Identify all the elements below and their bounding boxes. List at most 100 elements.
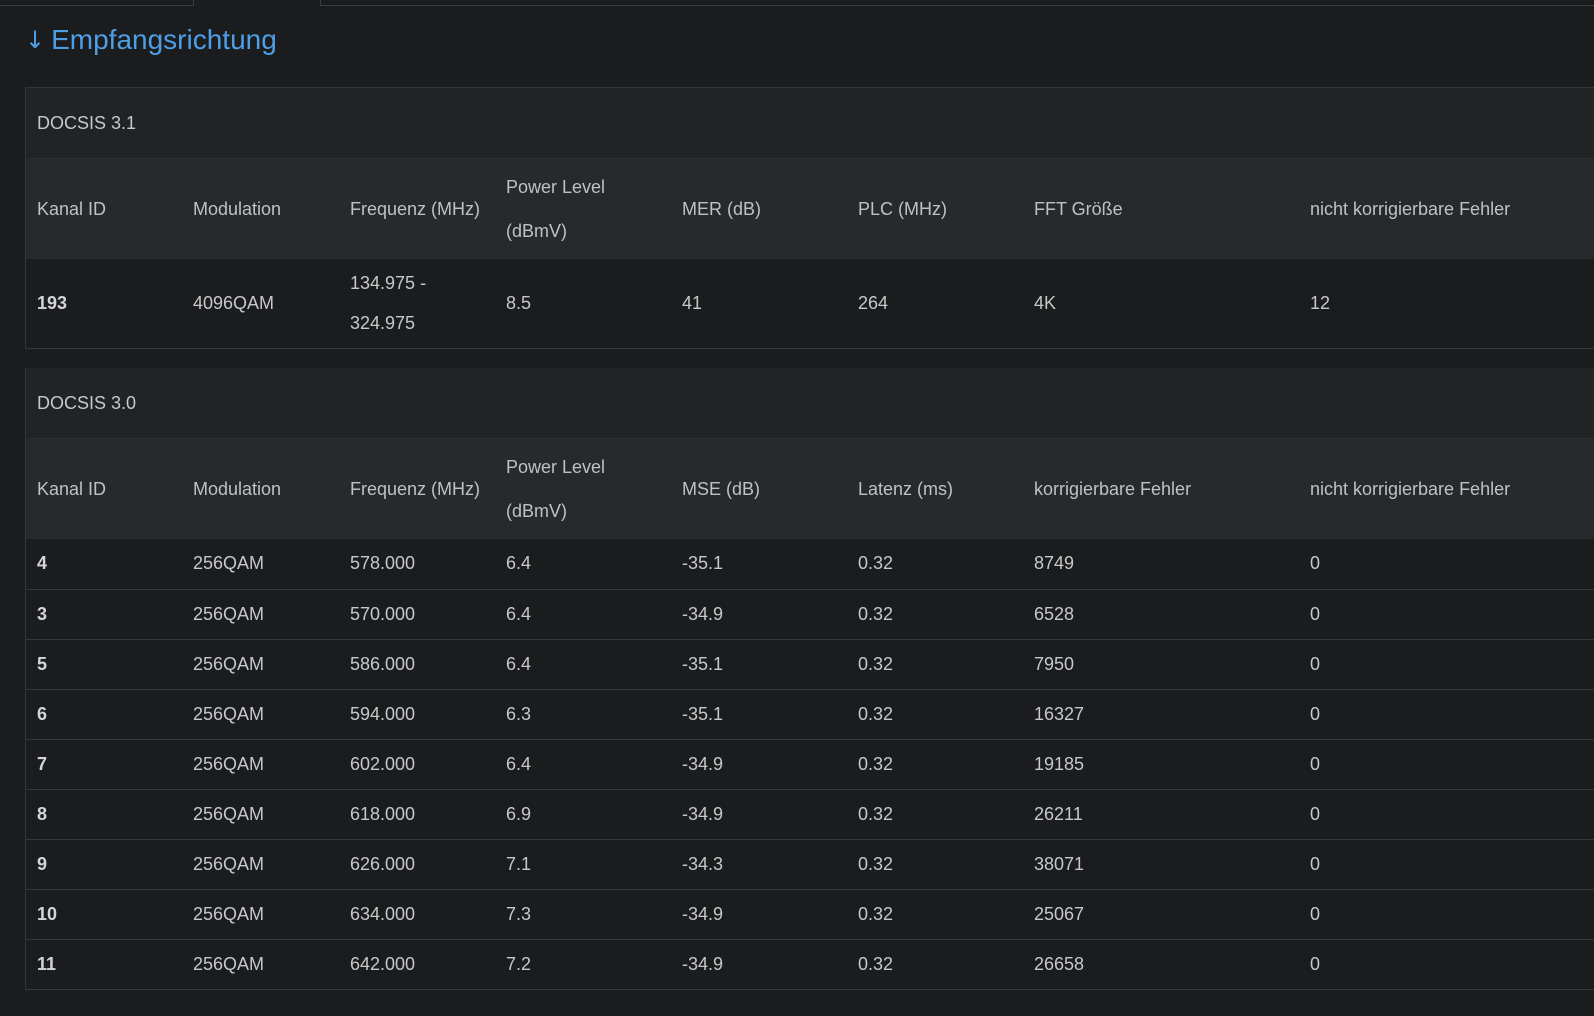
- column-header: Frequenz (MHz): [350, 479, 481, 499]
- frequency: 578.000: [350, 553, 416, 574]
- frequency: 134.975 - 324.975: [350, 273, 427, 334]
- power-level: 6.4: [506, 753, 532, 774]
- column-header: MER (dB): [682, 199, 762, 219]
- modulation: 256QAM: [193, 653, 265, 674]
- table-row: 7 256QAM 602.000 6.4 -34.9 0.32 19185 0: [26, 739, 1594, 789]
- power-level: 7.1: [506, 853, 532, 874]
- mer: 41: [682, 293, 703, 314]
- tab-divider: [320, 5, 1594, 6]
- uncorrectable-errors: 0: [1310, 653, 1321, 674]
- power-level: 8.5: [506, 293, 532, 314]
- correctable-errors: 6528: [1034, 603, 1075, 624]
- uncorrectable-errors: 0: [1310, 703, 1321, 724]
- latency: 0.32: [858, 653, 894, 674]
- latency: 0.32: [858, 703, 894, 724]
- uncorrectable-errors: 0: [1310, 803, 1321, 824]
- mse: -35.1: [682, 553, 724, 574]
- column-header: Power Level (dBmV): [506, 457, 606, 521]
- latency: 0.32: [858, 903, 894, 924]
- table-row: 11 256QAM 642.000 7.2 -34.9 0.32 26658 0: [26, 939, 1594, 989]
- mse: -34.9: [682, 903, 724, 924]
- power-level: 7.2: [506, 953, 532, 974]
- power-level: 6.4: [506, 603, 532, 624]
- table-row: 5 256QAM 586.000 6.4 -35.1 0.32 7950 0: [26, 639, 1594, 689]
- correctable-errors: 38071: [1034, 853, 1085, 874]
- column-header: Latenz (ms): [858, 479, 954, 499]
- latency: 0.32: [858, 803, 894, 824]
- table-header-row: Kanal ID Modulation Frequenz (MHz) Power…: [26, 439, 1594, 539]
- frequency: 586.000: [350, 653, 416, 674]
- table-row: 9 256QAM 626.000 7.1 -34.3 0.32 38071 0: [26, 839, 1594, 889]
- docsis30-panel: DOCSIS 3.0 Kanal ID Modulation Frequenz …: [25, 368, 1594, 990]
- uncorrectable-errors: 0: [1310, 853, 1321, 874]
- section-title: Empfangsrichtung: [51, 24, 277, 55]
- modulation: 256QAM: [193, 553, 265, 574]
- frequency: 570.000: [350, 603, 416, 624]
- channel-id: 8: [37, 803, 48, 824]
- section-heading: ↓ Empfangsrichtung: [25, 24, 277, 56]
- column-header: nicht korrigierbare Fehler: [1310, 479, 1511, 499]
- correctable-errors: 25067: [1034, 903, 1085, 924]
- table-row: 8 256QAM 618.000 6.9 -34.9 0.32 26211 0: [26, 789, 1594, 839]
- mse: -34.9: [682, 603, 724, 624]
- frequency: 634.000: [350, 903, 416, 924]
- channel-id: 5: [37, 653, 48, 674]
- power-level: 7.3: [506, 903, 532, 924]
- uncorrectable-errors: 0: [1310, 753, 1321, 774]
- column-header: Power Level (dBmV): [506, 177, 606, 241]
- mse: -34.9: [682, 803, 724, 824]
- docsis31-panel: DOCSIS 3.1 Kanal ID Modulation Frequenz …: [25, 87, 1594, 349]
- channel-id: 11: [37, 953, 57, 974]
- channel-id: 3: [37, 603, 48, 624]
- channel-id: 6: [37, 703, 48, 724]
- modulation: 256QAM: [193, 953, 265, 974]
- panel-title: DOCSIS 3.1: [26, 88, 1594, 159]
- table-row: 4 256QAM 578.000 6.4 -35.1 0.32 8749 0: [26, 539, 1594, 589]
- column-header: PLC (MHz): [858, 199, 947, 219]
- table-row: 3 256QAM 570.000 6.4 -34.9 0.32 6528 0: [26, 589, 1594, 639]
- correctable-errors: 19185: [1034, 753, 1085, 774]
- mse: -34.9: [682, 753, 724, 774]
- column-header: Modulation: [193, 199, 282, 219]
- frequency: 602.000: [350, 753, 416, 774]
- frequency: 626.000: [350, 853, 416, 874]
- column-header: Modulation: [193, 479, 282, 499]
- arrow-down-icon: ↓: [25, 26, 46, 54]
- mse: -35.1: [682, 653, 724, 674]
- correctable-errors: 7950: [1034, 653, 1075, 674]
- plc: 264: [858, 293, 889, 314]
- column-header: Frequenz (MHz): [350, 199, 481, 219]
- column-header: korrigierbare Fehler: [1034, 479, 1192, 499]
- uncorrectable-errors: 12: [1310, 293, 1331, 314]
- correctable-errors: 16327: [1034, 703, 1085, 724]
- uncorrectable-errors: 0: [1310, 953, 1321, 974]
- modulation: 256QAM: [193, 753, 265, 774]
- table-row: 193 4096QAM 134.975 - 324.975 8.5 41 264…: [26, 259, 1594, 348]
- table-row: 10 256QAM 634.000 7.3 -34.9 0.32 25067 0: [26, 889, 1594, 939]
- channel-id: 7: [37, 753, 48, 774]
- column-header: MSE (dB): [682, 479, 761, 499]
- table-row: 6 256QAM 594.000 6.3 -35.1 0.32 16327 0: [26, 689, 1594, 739]
- active-tab[interactable]: [193, 0, 321, 6]
- tab-divider: [0, 5, 193, 6]
- latency: 0.32: [858, 553, 894, 574]
- modulation: 256QAM: [193, 853, 265, 874]
- latency: 0.32: [858, 603, 894, 624]
- uncorrectable-errors: 0: [1310, 903, 1321, 924]
- channel-id: 9: [37, 853, 48, 874]
- docsis30-table: Kanal ID Modulation Frequenz (MHz) Power…: [26, 439, 1594, 990]
- power-level: 6.4: [506, 653, 532, 674]
- channel-id: 10: [37, 903, 58, 924]
- latency: 0.32: [858, 953, 894, 974]
- frequency: 618.000: [350, 803, 416, 824]
- docsis31-table: Kanal ID Modulation Frequenz (MHz) Power…: [26, 159, 1594, 349]
- panel-title: DOCSIS 3.0: [26, 368, 1594, 439]
- column-header: Kanal ID: [37, 199, 107, 219]
- column-header: nicht korrigierbare Fehler: [1310, 199, 1511, 219]
- uncorrectable-errors: 0: [1310, 553, 1321, 574]
- table-header-row: Kanal ID Modulation Frequenz (MHz) Power…: [26, 159, 1594, 259]
- channel-id: 193: [37, 293, 68, 314]
- docsis30-rows: 4 256QAM 578.000 6.4 -35.1 0.32 8749 0 3 256QAM 57…: [26, 539, 1594, 989]
- column-header: Kanal ID: [37, 479, 107, 499]
- correctable-errors: 26658: [1034, 953, 1085, 974]
